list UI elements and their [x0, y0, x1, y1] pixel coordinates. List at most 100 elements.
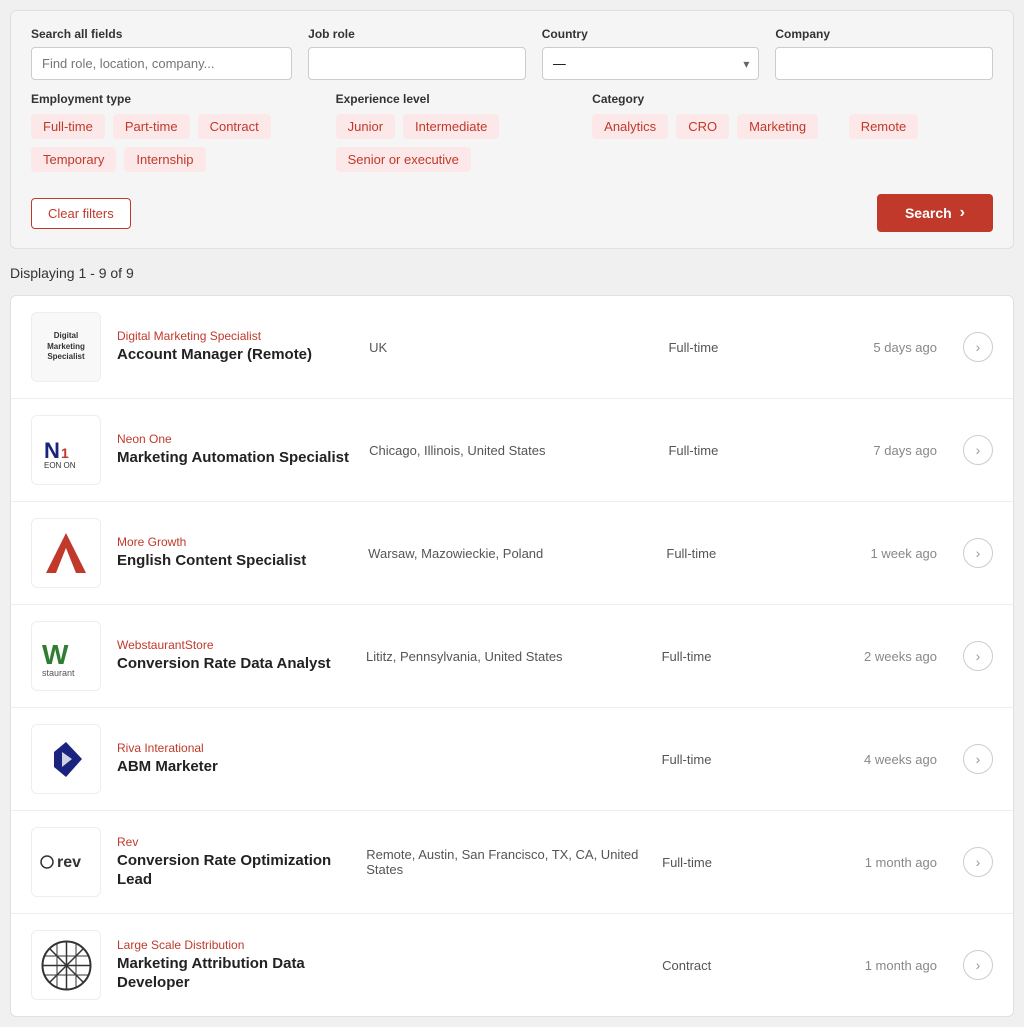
- chevron-right-icon: ›: [976, 545, 981, 561]
- job-list: DigitalMarketingSpecialist Digital Marke…: [10, 295, 1014, 1017]
- job-item[interactable]: W staurant WebstaurantStore Conversion R…: [11, 605, 1013, 708]
- company-logo: [31, 930, 101, 1000]
- svg-text:1: 1: [61, 445, 69, 461]
- company-logo: N 1 EON ON: [31, 415, 101, 485]
- svg-text:staurant: staurant: [42, 668, 75, 678]
- remote-tag[interactable]: Remote: [849, 114, 919, 139]
- filter-actions: Clear filters Search ›: [31, 194, 993, 232]
- category-tag[interactable]: Analytics: [592, 114, 668, 139]
- job-detail-button[interactable]: ›: [963, 641, 993, 671]
- job-company: Neon One: [117, 432, 353, 446]
- job-detail-button[interactable]: ›: [963, 847, 993, 877]
- job-time: 2 weeks ago: [864, 649, 937, 664]
- chevron-right-icon: ›: [976, 339, 981, 355]
- experience-tag[interactable]: Junior: [336, 114, 395, 139]
- company-input[interactable]: [775, 47, 993, 80]
- job-company: Rev: [117, 835, 350, 849]
- job-detail-button[interactable]: ›: [963, 538, 993, 568]
- job-detail-button[interactable]: ›: [963, 744, 993, 774]
- job-location: UK: [369, 340, 652, 355]
- country-select[interactable]: — United States United Kingdom Poland: [542, 47, 760, 80]
- job-info: Digital Marketing Specialist Account Man…: [117, 329, 353, 365]
- job-info: Riva Interational ABM Marketer: [117, 741, 350, 777]
- job-type: Full-time: [668, 443, 857, 458]
- job-time: 7 days ago: [873, 443, 937, 458]
- job-time: 4 weeks ago: [864, 752, 937, 767]
- employment-tag[interactable]: Temporary: [31, 147, 116, 172]
- job-company: Digital Marketing Specialist: [117, 329, 353, 343]
- category-section: Category Analytics CRO Marketing: [592, 92, 833, 149]
- job-location: Lititz, Pennsylvania, United States: [366, 649, 646, 664]
- category-tag[interactable]: CRO: [676, 114, 729, 139]
- chevron-right-icon: ›: [960, 204, 965, 222]
- job-role-input[interactable]: [308, 47, 526, 80]
- employment-tag[interactable]: Contract: [198, 114, 271, 139]
- filter-panel: Search all fields Job role Country — Uni…: [10, 10, 1014, 249]
- job-location: Warsaw, Mazowieckie, Poland: [368, 546, 650, 561]
- job-title: Marketing Attribution Data Developer: [117, 954, 350, 993]
- job-detail-button[interactable]: ›: [963, 950, 993, 980]
- job-time: 1 month ago: [865, 855, 937, 870]
- job-item[interactable]: More Growth English Content Specialist W…: [11, 502, 1013, 605]
- company-logo: W staurant: [31, 621, 101, 691]
- experience-tags: Junior Intermediate Senior or executive: [336, 114, 577, 172]
- company-logo: rev: [31, 827, 101, 897]
- company-label: Company: [775, 27, 993, 41]
- search-label: Search all fields: [31, 27, 292, 41]
- country-label: Country: [542, 27, 760, 41]
- category-tag[interactable]: Marketing: [737, 114, 818, 139]
- remote-section: Remote: [849, 92, 993, 139]
- search-group: Search all fields: [31, 27, 292, 80]
- job-item[interactable]: Large Scale Distribution Marketing Attri…: [11, 914, 1013, 1016]
- job-type: Full-time: [662, 649, 848, 664]
- experience-tag[interactable]: Senior or executive: [336, 147, 471, 172]
- employment-tag[interactable]: Part-time: [113, 114, 190, 139]
- job-company: WebstaurantStore: [117, 638, 350, 652]
- job-item[interactable]: rev Rev Conversion Rate Optimization Lea…: [11, 811, 1013, 914]
- company-group: Company: [775, 27, 993, 80]
- job-location: Remote, Austin, San Francisco, TX, CA, U…: [366, 847, 646, 877]
- job-role-label: Job role: [308, 27, 526, 41]
- job-title: Conversion Rate Optimization Lead: [117, 851, 350, 890]
- category-label: Category: [592, 92, 833, 106]
- experience-tag[interactable]: Intermediate: [403, 114, 499, 139]
- clear-filters-button[interactable]: Clear filters: [31, 198, 131, 229]
- search-button-label: Search: [905, 205, 952, 221]
- employment-tag[interactable]: Full-time: [31, 114, 105, 139]
- job-type: Contract: [662, 958, 849, 973]
- svg-text:N: N: [44, 438, 60, 463]
- svg-text:rev: rev: [57, 854, 81, 871]
- employment-tag[interactable]: Internship: [124, 147, 205, 172]
- country-group: Country — United States United Kingdom P…: [542, 27, 760, 80]
- experience-section: Experience level JuniorIntermediateSenio…: [336, 92, 577, 182]
- company-logo: [31, 724, 101, 794]
- job-item[interactable]: Riva Interational ABM Marketer Full-time…: [11, 708, 1013, 811]
- chevron-right-icon: ›: [976, 648, 981, 664]
- results-info: Displaying 1 - 9 of 9: [10, 261, 1014, 285]
- job-time: 1 week ago: [871, 546, 938, 561]
- company-logo: DigitalMarketingSpecialist: [31, 312, 101, 382]
- job-company: More Growth: [117, 535, 352, 549]
- search-button[interactable]: Search ›: [877, 194, 993, 232]
- job-detail-button[interactable]: ›: [963, 332, 993, 362]
- employment-tags: Full-time Part-time Contract Temporary Inter…: [31, 114, 320, 172]
- employment-section: Employment type Full-timePart-timeContra…: [31, 92, 320, 182]
- job-info: Large Scale Distribution Marketing Attri…: [117, 938, 350, 993]
- job-info: WebstaurantStore Conversion Rate Data An…: [117, 638, 350, 674]
- job-info: Neon One Marketing Automation Specialist: [117, 432, 353, 468]
- job-detail-button[interactable]: ›: [963, 435, 993, 465]
- job-type: Full-time: [662, 752, 848, 767]
- search-input[interactable]: [31, 47, 292, 80]
- job-item[interactable]: DigitalMarketingSpecialist Digital Marke…: [11, 296, 1013, 399]
- job-role-group: Job role: [308, 27, 526, 80]
- job-item[interactable]: N 1 EON ON Neon One Marketing Automation…: [11, 399, 1013, 502]
- chevron-right-icon: ›: [976, 854, 981, 870]
- job-company: Large Scale Distribution: [117, 938, 350, 952]
- job-time: 5 days ago: [873, 340, 937, 355]
- chevron-right-icon: ›: [976, 751, 981, 767]
- job-time: 1 month ago: [865, 958, 937, 973]
- job-type: Full-time: [666, 546, 854, 561]
- job-title: Marketing Automation Specialist: [117, 448, 353, 468]
- job-company: Riva Interational: [117, 741, 350, 755]
- job-location: Chicago, Illinois, United States: [369, 443, 652, 458]
